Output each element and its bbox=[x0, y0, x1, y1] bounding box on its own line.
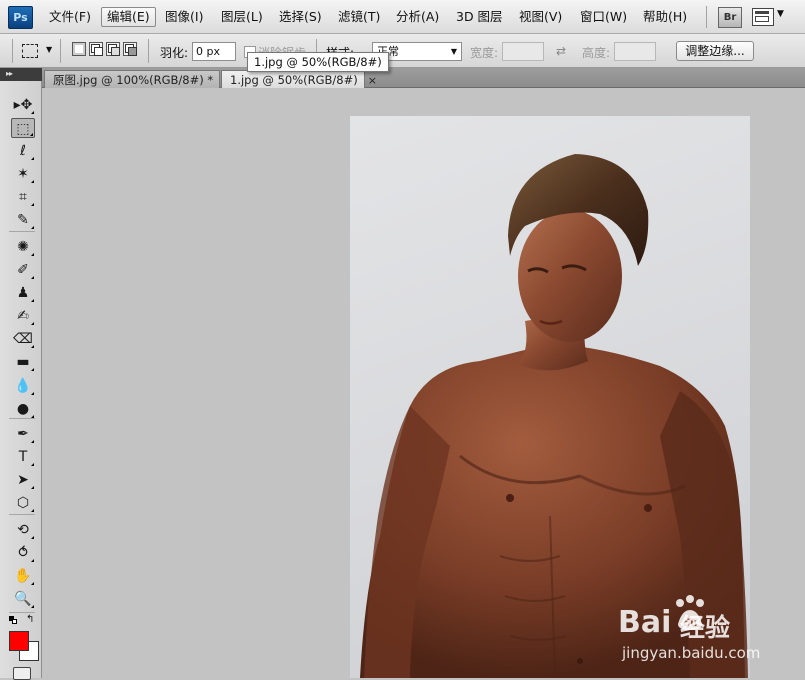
tool-flyout-indicator bbox=[31, 559, 34, 562]
swap-width-height-icon[interactable]: ⇄ bbox=[556, 44, 566, 58]
add-to-selection-icon[interactable] bbox=[89, 42, 103, 56]
history-brush-tool-icon[interactable]: ✍ bbox=[11, 306, 35, 326]
crop-tool-icon[interactable]: ⌗ bbox=[11, 187, 35, 207]
menu-3d-layer[interactable]: 3D 图层 bbox=[451, 7, 508, 27]
refine-edge-button[interactable]: 调整边缘... bbox=[676, 41, 754, 61]
tab-original[interactable]: 原图.jpg @ 100%(RGB/8#) *× bbox=[44, 70, 232, 88]
collapse-panel-icon[interactable]: ▸▸ bbox=[6, 69, 13, 78]
tool-flyout-indicator bbox=[31, 203, 34, 206]
tool-flyout-indicator bbox=[31, 536, 34, 539]
tab-tooltip: 1.jpg @ 50%(RGB/8#) bbox=[247, 52, 389, 72]
intersect-selection-icon[interactable] bbox=[123, 42, 137, 56]
tool-flyout-indicator bbox=[31, 582, 34, 585]
spot-healing-tool-icon[interactable]: ✺ bbox=[11, 237, 35, 257]
brush-tool-icon[interactable]: ✐ bbox=[11, 260, 35, 280]
feather-label: 羽化: bbox=[160, 46, 189, 60]
zoom-tool-icon[interactable]: 🔍 bbox=[11, 589, 35, 609]
menu-window[interactable]: 窗口(W) bbox=[575, 7, 632, 27]
move-tool-icon[interactable]: ▸✥ bbox=[11, 95, 35, 115]
feather-input[interactable]: 0 px bbox=[192, 42, 236, 61]
tab-1-jpg-label: 1.jpg @ 50%(RGB/8#) bbox=[230, 73, 358, 87]
swap-colors-icon[interactable]: ↰ bbox=[26, 614, 34, 625]
menu-analysis[interactable]: 分析(A) bbox=[391, 7, 444, 27]
chevron-down-icon: ▼ bbox=[450, 47, 457, 56]
menu-image[interactable]: 图像(I) bbox=[160, 7, 208, 27]
tool-separator bbox=[9, 418, 35, 419]
tool-flyout-indicator bbox=[31, 322, 34, 325]
close-icon[interactable]: × bbox=[368, 74, 377, 87]
path-selection-tool-icon[interactable]: ➤ bbox=[11, 470, 35, 490]
watermark-url: jingyan.baidu.com bbox=[622, 644, 761, 662]
tool-flyout-indicator bbox=[31, 111, 34, 114]
tool-flyout-indicator bbox=[31, 440, 34, 443]
tool-flyout-indicator bbox=[31, 605, 34, 608]
tool-flyout-indicator bbox=[31, 180, 34, 183]
screen-mode-icon[interactable] bbox=[752, 8, 774, 26]
screen-mode-dropdown-icon[interactable]: ▼ bbox=[777, 9, 784, 19]
tab-1-jpg[interactable]: 1.jpg @ 50%(RGB/8#) × bbox=[221, 70, 377, 88]
tool-separator bbox=[9, 231, 35, 232]
tool-flyout-indicator bbox=[31, 392, 34, 395]
quick-mask-icon[interactable] bbox=[13, 667, 31, 680]
menu-layer[interactable]: 图层(L) bbox=[216, 7, 268, 27]
tool-flyout-indicator bbox=[31, 253, 34, 256]
tool-flyout-indicator bbox=[31, 463, 34, 466]
tools-panel-header[interactable]: ▸▸ bbox=[0, 68, 42, 81]
tool-separator bbox=[9, 612, 35, 613]
menu-select[interactable]: 选择(S) bbox=[274, 7, 327, 27]
new-selection-icon[interactable] bbox=[72, 42, 86, 56]
tool-flyout-indicator bbox=[31, 226, 34, 229]
photoshop-logo: Ps bbox=[8, 6, 33, 29]
tool-flyout-indicator bbox=[31, 486, 34, 489]
width-label: 宽度: bbox=[470, 46, 499, 60]
bridge-button[interactable]: Br bbox=[718, 7, 742, 28]
tab-original-label: 原图.jpg @ 100%(RGB/8#) * bbox=[53, 73, 214, 87]
menu-filter[interactable]: 滤镜(T) bbox=[333, 7, 385, 27]
menu-view[interactable]: 视图(V) bbox=[514, 7, 567, 27]
baidu-watermark-logo: Bai bbox=[618, 605, 672, 640]
width-input[interactable] bbox=[502, 42, 544, 61]
shape-tool-icon[interactable]: ⬡ bbox=[11, 493, 35, 513]
jingyan-watermark: 经验 bbox=[680, 613, 731, 642]
eyedropper-tool-icon[interactable]: ✎ bbox=[11, 210, 35, 230]
marquee-tool-icon[interactable]: ⬚ bbox=[11, 118, 35, 138]
tool-flyout-indicator bbox=[30, 133, 33, 136]
3d-rotate-tool-icon[interactable]: ⟲ bbox=[11, 520, 35, 540]
tool-separator bbox=[9, 514, 35, 515]
menu-file[interactable]: 文件(F) bbox=[44, 7, 96, 27]
menu-help[interactable]: 帮助(H) bbox=[638, 7, 692, 27]
foreground-color-swatch[interactable] bbox=[9, 631, 29, 651]
tool-flyout-indicator bbox=[31, 157, 34, 160]
tool-flyout-indicator bbox=[31, 509, 34, 512]
height-label: 高度: bbox=[582, 46, 611, 60]
gradient-tool-icon[interactable]: ▬ bbox=[11, 352, 35, 372]
magic-wand-tool-icon[interactable]: ✶ bbox=[11, 164, 35, 184]
tool-preset-dropdown-icon[interactable]: ▼ bbox=[46, 45, 52, 54]
lasso-tool-icon[interactable]: ℓ bbox=[11, 141, 35, 161]
tool-preset-marquee-icon[interactable] bbox=[22, 44, 38, 58]
tool-flyout-indicator bbox=[31, 299, 34, 302]
dodge-tool-icon[interactable]: ● bbox=[11, 399, 35, 419]
menu-edit[interactable]: 编辑(E) bbox=[101, 7, 156, 27]
height-input[interactable] bbox=[614, 42, 656, 61]
type-tool-icon[interactable]: T bbox=[11, 447, 35, 467]
tool-flyout-indicator bbox=[31, 276, 34, 279]
subtract-from-selection-icon[interactable] bbox=[106, 42, 120, 56]
hand-tool-icon[interactable]: ✋ bbox=[11, 566, 35, 586]
pen-tool-icon[interactable]: ✒ bbox=[11, 424, 35, 444]
blur-tool-icon[interactable]: 💧 bbox=[11, 376, 35, 396]
tool-flyout-indicator bbox=[31, 345, 34, 348]
3d-orbit-tool-icon[interactable]: ⥀ bbox=[11, 543, 35, 563]
clone-stamp-tool-icon[interactable]: ♟ bbox=[11, 283, 35, 303]
eraser-tool-icon[interactable]: ⌫ bbox=[11, 329, 35, 349]
menu-bar: Ps 文件(F) 编辑(E) 图像(I) 图层(L) 选择(S) 滤镜(T) 分… bbox=[0, 0, 805, 34]
tool-flyout-indicator bbox=[31, 368, 34, 371]
default-colors-icon[interactable] bbox=[9, 616, 17, 624]
